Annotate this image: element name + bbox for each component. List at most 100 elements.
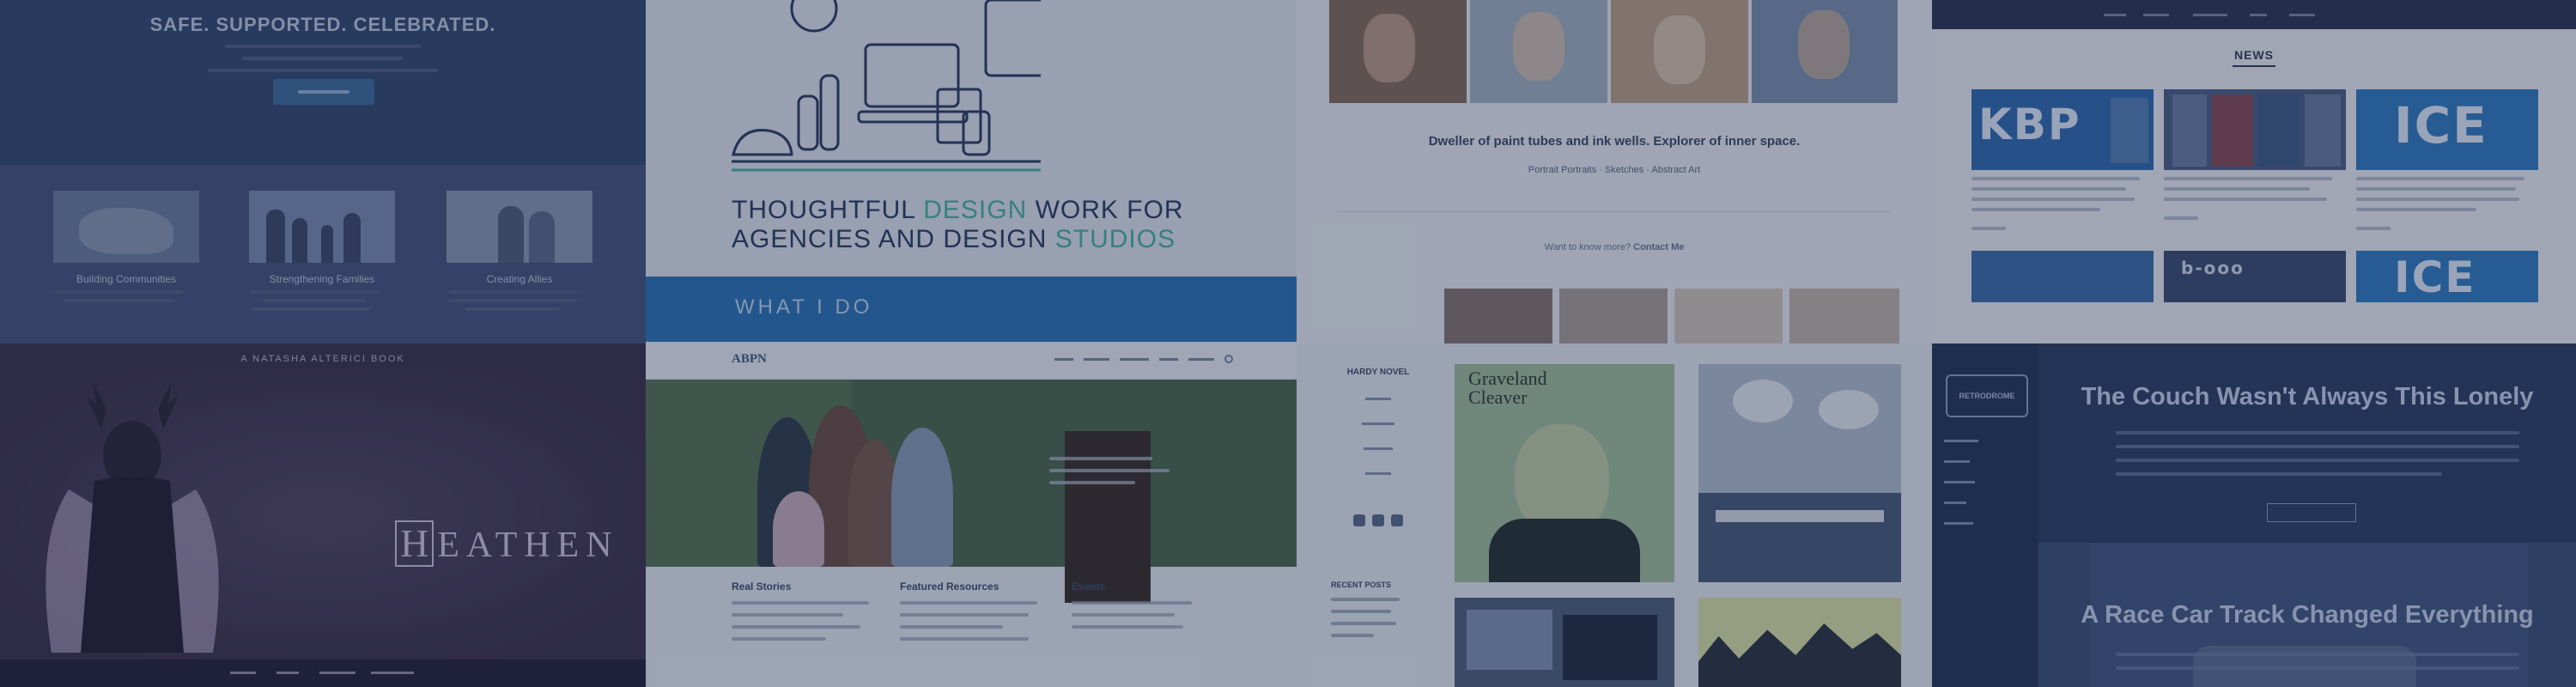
article-headline[interactable]: The Couch Wasn't Always This Lonely	[2038, 383, 2576, 411]
recent-post-link[interactable]	[1331, 634, 1374, 637]
card-photo	[53, 191, 199, 263]
card-creating-allies[interactable]: Creating Allies	[438, 191, 601, 311]
article-excerpt-line	[2116, 666, 2519, 670]
card-text-line	[465, 307, 560, 311]
nav-link[interactable]	[1084, 358, 1109, 361]
column-link[interactable]	[732, 613, 843, 617]
nav-link[interactable]	[1159, 358, 1178, 361]
recent-posts-heading: RECENT POSTS	[1331, 581, 1392, 589]
column-link[interactable]	[732, 625, 860, 629]
read-more-button[interactable]	[2267, 503, 2356, 522]
hero-text-line	[242, 57, 404, 60]
card-text-line	[448, 299, 577, 302]
card-strengthening-families[interactable]: Strengthening Families	[240, 191, 404, 311]
facebook-icon[interactable]	[1352, 514, 1365, 526]
card-text-line	[251, 307, 371, 311]
column-featured-resources: Featured Resources	[900, 581, 1063, 649]
article-excerpt-line	[2116, 653, 2519, 656]
column-events: Events	[1072, 581, 1235, 637]
twitter-icon[interactable]	[1372, 514, 1384, 526]
thumbnail[interactable]	[1789, 289, 1899, 344]
section-title: WHAT I DO	[735, 295, 873, 319]
category-links[interactable]: Portrait Portraits · Sketches · Abstract…	[1297, 165, 1932, 175]
devices-illustration	[732, 0, 1041, 172]
demon-illustration	[0, 369, 646, 660]
news-heading: NEWS	[2234, 48, 2274, 62]
menu-item[interactable]	[1362, 423, 1394, 425]
card-photo	[447, 191, 592, 263]
abpn-logo[interactable]: ABPN	[732, 352, 767, 367]
sidebar-link[interactable]	[1944, 440, 1978, 442]
article-headline[interactable]: A Race Car Track Changed Everything	[2038, 601, 2576, 629]
site-footer-nav	[0, 660, 646, 687]
column-link[interactable]	[732, 637, 826, 641]
column-link[interactable]	[900, 601, 1037, 605]
instagram-icon[interactable]	[1391, 514, 1404, 526]
column-heading: Featured Resources	[900, 581, 999, 593]
card-text-line	[64, 299, 175, 302]
column-link[interactable]	[900, 613, 1029, 617]
column-heading: Events	[1072, 581, 1106, 593]
nav-link[interactable]	[2193, 14, 2227, 16]
card-text-line	[55, 290, 184, 294]
comic-cover-graveland[interactable]: Graveland Cleaver	[1455, 364, 1674, 582]
sidebar-link[interactable]	[1944, 502, 1966, 504]
thumbnail[interactable]	[1559, 289, 1668, 344]
logo-initial: H	[395, 520, 434, 567]
comic-thumbnail[interactable]	[1698, 598, 1901, 687]
card-title: Building Communities	[76, 273, 177, 285]
hero-cta-button[interactable]	[273, 79, 374, 105]
column-link[interactable]	[900, 625, 1003, 629]
book-credit: A NATASHA ALTERICI BOOK	[240, 354, 405, 364]
card-building-communities[interactable]: Building Communities	[45, 191, 208, 302]
column-link[interactable]	[1072, 625, 1183, 629]
artist-tagline: Dweller of paint tubes and ink wells. Ex…	[1428, 134, 1801, 149]
contact-line: Want to know more? Contact Me	[1297, 242, 1932, 252]
contact-link[interactable]: Contact Me	[1633, 242, 1684, 252]
news-card-image: KBP	[1971, 89, 2154, 170]
menu-item[interactable]	[1365, 472, 1391, 475]
menu-item[interactable]	[1364, 447, 1393, 450]
card-text-line	[263, 299, 366, 302]
thumbnail[interactable]	[1444, 289, 1552, 344]
nav-link[interactable]	[1120, 358, 1149, 361]
article-excerpt-line	[2116, 472, 2442, 476]
recent-post-link[interactable]	[1331, 598, 1400, 601]
panel-design-agency: THOUGHTFUL DESIGN WORK FOR AGENCIES AND …	[646, 0, 1297, 277]
thumbnail[interactable]	[1674, 289, 1783, 344]
nav-link[interactable]	[2104, 14, 2126, 16]
column-link[interactable]	[1072, 601, 1192, 605]
article-excerpt-line	[2116, 445, 2519, 448]
card-title: Strengthening Families	[269, 273, 375, 285]
nav-link[interactable]	[2143, 14, 2169, 16]
nav-link[interactable]	[1054, 358, 1073, 361]
sidebar-link[interactable]	[1944, 522, 1973, 525]
column-link[interactable]	[900, 637, 1029, 641]
news-card[interactable]: ICE ICE	[2356, 89, 2538, 344]
portrait-thumbnails	[1444, 289, 1899, 344]
news-card[interactable]: b-ooo	[2164, 89, 2346, 344]
panel-heathen-book: A NATASHA ALTERICI BOOK H EATHEN	[0, 344, 646, 687]
comic-page-strip[interactable]	[1698, 364, 1901, 582]
menu-item[interactable]	[1365, 398, 1391, 400]
heathen-logo: H EATHEN	[395, 520, 619, 567]
card-text-line	[448, 290, 577, 294]
comic-thumbnail[interactable]	[1455, 598, 1674, 687]
nav-link[interactable]	[2289, 14, 2315, 16]
column-link[interactable]	[1072, 613, 1175, 617]
search-icon[interactable]	[1224, 355, 1233, 363]
hero-text-line	[225, 45, 421, 48]
column-link[interactable]	[732, 601, 869, 605]
sidebar-link[interactable]	[1944, 460, 1970, 463]
retrodrome-logo[interactable]: RETRODROME	[1946, 374, 2028, 417]
recent-post-link[interactable]	[1331, 610, 1391, 613]
sidebar-link[interactable]	[1944, 481, 1975, 483]
agency-tagline-line2: AGENCIES AND DESIGN STUDIOS	[732, 225, 1176, 253]
article-excerpt-line	[2116, 431, 2519, 435]
agency-tagline-line1: THOUGHTFUL DESIGN WORK FOR	[732, 196, 1184, 224]
nav-link[interactable]	[1188, 358, 1214, 361]
recent-post-link[interactable]	[1331, 622, 1396, 625]
nav-link[interactable]	[2250, 14, 2267, 16]
hero-text-line	[208, 69, 438, 72]
news-card[interactable]: KBP	[1971, 89, 2154, 344]
